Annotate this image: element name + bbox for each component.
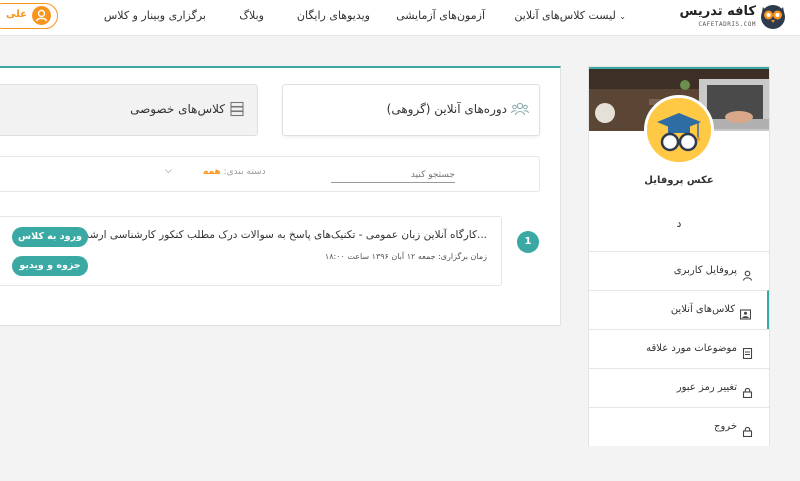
top-navbar: کافه تدریس CAFETADRIS.COM لیست کلاس‌های … bbox=[0, 0, 800, 36]
logo-text: کافه تدریس bbox=[679, 4, 757, 19]
nav-online-classes-label: لیست کلاس‌های آنلاین bbox=[514, 9, 616, 22]
lock-icon bbox=[742, 383, 753, 399]
nav-online-classes[interactable]: لیست کلاس‌های آنلاین ⌄ bbox=[514, 9, 628, 22]
user-menu-button[interactable]: علی bbox=[0, 3, 58, 29]
category-value: همه bbox=[203, 167, 221, 177]
user-avatar-icon bbox=[32, 6, 51, 25]
logo-subtitle: CAFETADRIS.COM bbox=[698, 21, 756, 28]
sidebar-item-favorite-topics[interactable]: موضوعات مورد علاقه bbox=[589, 329, 769, 368]
chevron-down-icon: ⌄ bbox=[619, 12, 626, 21]
nav-free-videos[interactable]: ویدیوهای رایگان bbox=[297, 9, 370, 22]
tab-group-courses[interactable]: دوره‌های آنلاین (گروهی) bbox=[282, 84, 540, 136]
course-date: زمان برگزاری: جمعه ۱۲ آبان ۱۳۹۶ ساعت ۱۸:… bbox=[324, 252, 487, 261]
filter-bar: دسته بندی: همه ⌵ bbox=[0, 156, 540, 192]
site-logo[interactable]: کافه تدریس CAFETADRIS.COM bbox=[670, 2, 786, 32]
user-icon bbox=[742, 266, 753, 281]
sidebar-item-label: خروج bbox=[714, 421, 737, 432]
sidebar-item-label: موضوعات مورد علاقه bbox=[646, 343, 737, 354]
profile-photo-label: عکس پروفایل bbox=[644, 175, 714, 186]
course-number-badge: 1 bbox=[517, 231, 539, 253]
tab-private-classes[interactable]: کلاس‌های خصوصی bbox=[0, 84, 258, 136]
sidebar-item-online-classes[interactable]: کلاس‌های آنلاین bbox=[589, 290, 769, 329]
notes-video-button[interactable]: جزوه و ویدیو bbox=[12, 256, 88, 276]
sidebar-item-label: پروفایل کاربری bbox=[673, 265, 737, 276]
sidebar-item-change-password[interactable]: تغییر رمز عبور bbox=[589, 368, 769, 407]
tab-group-courses-label: دوره‌های آنلاین (گروهی) bbox=[386, 102, 507, 116]
chevron-down-icon[interactable]: ⌵ bbox=[165, 166, 172, 176]
category-filter[interactable]: دسته بندی: همه bbox=[203, 167, 266, 177]
course-title[interactable]: کارگاه آنلاین زبان عمومی - تکنیک‌های پاس… bbox=[76, 229, 487, 241]
user-name: علی bbox=[5, 9, 27, 20]
sidebar-item-label: کلاس‌های آنلاین bbox=[670, 304, 735, 315]
profile-avatar[interactable] bbox=[644, 95, 714, 165]
nav-webinar[interactable]: برگزاری وبینار و کلاس bbox=[104, 9, 206, 22]
lock-icon bbox=[742, 422, 753, 438]
sidebar-item-label: تغییر رمز عبور bbox=[676, 382, 737, 393]
profile-name: د bbox=[676, 217, 682, 230]
nav-blog[interactable]: وبلاگ bbox=[239, 9, 264, 22]
server-icon bbox=[229, 101, 247, 117]
users-icon bbox=[511, 101, 529, 117]
sidebar-item-user-profile[interactable]: پروفایل کاربری bbox=[589, 251, 769, 290]
nav-practice-exams[interactable]: آزمون‌های آزمایشی bbox=[396, 9, 485, 22]
profile-sidebar: عکس پروفایل د پروفایل کاربری کلاس‌های آن… bbox=[588, 66, 770, 446]
owl-logo-icon bbox=[760, 2, 786, 30]
tab-private-classes-label: کلاس‌های خصوصی bbox=[130, 102, 225, 116]
image-icon bbox=[739, 305, 752, 320]
enter-class-button[interactable]: ورود به کلاس bbox=[12, 227, 88, 247]
document-icon bbox=[742, 344, 753, 360]
category-label: دسته بندی: bbox=[223, 167, 266, 177]
main-panel: دوره‌های آنلاین (گروهی) کلاس‌های خصوصی د… bbox=[0, 66, 561, 326]
course-card: کارگاه آنلاین زبان عمومی - تکنیک‌های پاس… bbox=[0, 216, 502, 286]
sidebar-item-logout[interactable]: خروج bbox=[589, 407, 769, 446]
search-input[interactable] bbox=[331, 165, 455, 183]
